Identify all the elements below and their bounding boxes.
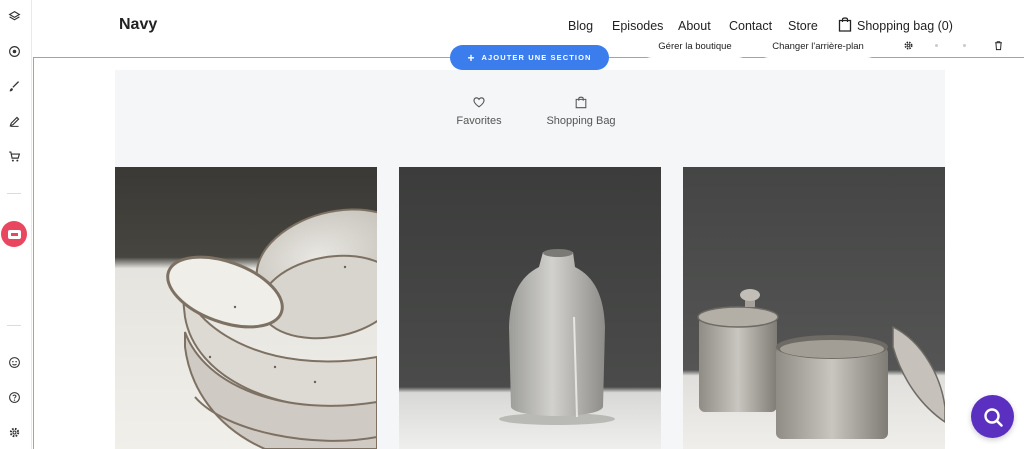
move-down-button[interactable]: [953, 34, 975, 56]
manage-store-button[interactable]: Gérer la boutique: [640, 34, 750, 58]
move-up-button[interactable]: [925, 34, 947, 56]
editor-sidebar: [0, 0, 32, 449]
nav-store[interactable]: Store: [788, 19, 818, 33]
help-icon[interactable]: [4, 387, 24, 407]
add-section-button[interactable]: + AJOUTER UNE SECTION: [450, 45, 609, 70]
search-chat-button[interactable]: [971, 395, 1014, 438]
smile-icon[interactable]: [4, 352, 24, 372]
brush-icon[interactable]: [4, 76, 24, 96]
gear-icon: [904, 41, 912, 49]
stacked-ceramic-bowls-image[interactable]: [115, 167, 377, 449]
add-section-label: AJOUTER UNE SECTION: [481, 53, 592, 62]
favorites-label: Favorites: [456, 115, 502, 127]
nav-shopping-bag[interactable]: Shopping bag (0): [857, 19, 953, 33]
ceramic-bottle-vase-image[interactable]: [399, 167, 661, 449]
dot-icon: [962, 43, 966, 47]
toolbar-divider: [7, 193, 21, 194]
nav-about[interactable]: About: [678, 19, 711, 33]
cart-icon[interactable]: [4, 146, 24, 166]
shopping-bag-label: Shopping Bag: [546, 115, 616, 127]
settings-icon[interactable]: [4, 422, 24, 442]
change-background-button[interactable]: Changer l'arrière-plan: [757, 34, 879, 58]
target-icon[interactable]: [4, 41, 24, 61]
shopping-bag-icon[interactable]: [838, 16, 852, 32]
pen-icon[interactable]: [4, 111, 24, 131]
heart-icon: [473, 97, 485, 108]
nav-contact[interactable]: Contact: [729, 19, 772, 33]
editor-screen: Navy Blog Episodes About Contact Store S…: [0, 0, 1024, 449]
nav-episodes[interactable]: Episodes: [612, 19, 663, 33]
section-outline-left: [33, 57, 34, 449]
shopping-bag-link[interactable]: Shopping Bag: [545, 95, 617, 127]
search-icon: [983, 407, 1003, 427]
section-settings-button[interactable]: [897, 34, 919, 56]
delete-section-button[interactable]: [987, 34, 1009, 56]
store-section-icon[interactable]: [1, 221, 27, 247]
ceramic-lidded-jars-image[interactable]: [683, 167, 945, 449]
trash-icon: [994, 40, 1002, 50]
favorites-link[interactable]: Favorites: [456, 95, 502, 127]
toolbar-divider: [7, 325, 21, 326]
dot-icon: [934, 43, 938, 47]
shopping-bag-icon: [575, 96, 587, 109]
layers-icon[interactable]: [4, 6, 24, 26]
site-logo[interactable]: Navy: [119, 16, 157, 34]
plus-icon: +: [467, 50, 475, 65]
nav-blog[interactable]: Blog: [568, 19, 593, 33]
